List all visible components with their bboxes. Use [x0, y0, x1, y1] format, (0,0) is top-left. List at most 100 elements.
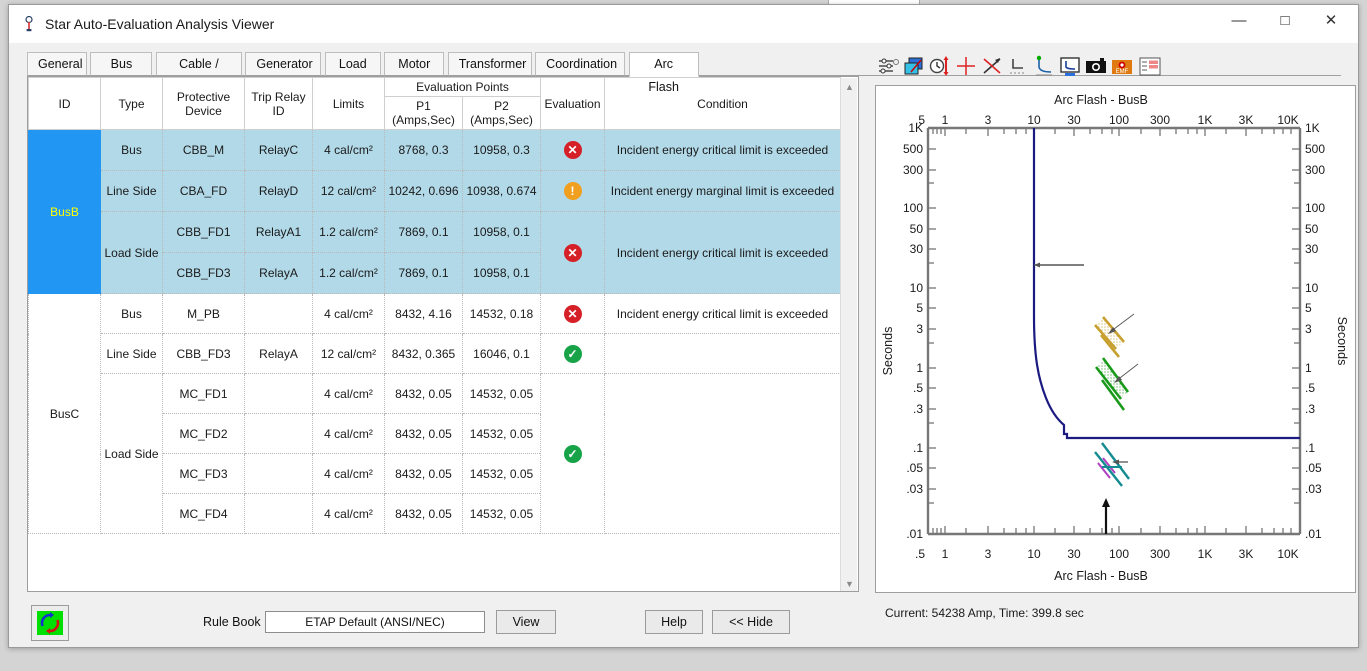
tab-load[interactable]: Load: [325, 52, 381, 76]
cell-limit: 4 cal/cm²: [313, 414, 385, 454]
cell-device: CBB_FD1: [163, 212, 245, 253]
table-row[interactable]: BusB Bus CBB_M RelayC 4 cal/cm² 8768, 0.…: [29, 130, 841, 171]
tcc-chart[interactable]: Arc Flash - BusB .513 1030100 3001K3K 10…: [876, 86, 1355, 592]
refresh-button[interactable]: [31, 605, 69, 641]
maximize-button[interactable]: □: [1262, 5, 1308, 35]
scroll-down-icon[interactable]: ▼: [841, 575, 858, 592]
cell-type: Load Side: [101, 212, 163, 294]
camera-icon[interactable]: [1083, 53, 1109, 81]
cell-condition: Incident energy critical limit is exceed…: [605, 212, 841, 294]
cell-limit: 4 cal/cm²: [313, 294, 385, 334]
status-badge-warning: !: [541, 171, 605, 212]
tab-cable-line[interactable]: Cable / Line: [156, 52, 242, 76]
cell-relay: RelayD: [245, 171, 313, 212]
error-icon: ✕: [564, 244, 582, 262]
crosshair-icon[interactable]: [953, 53, 979, 81]
clock-arrow-icon[interactable]: [927, 53, 953, 81]
minimize-button[interactable]: —: [1216, 5, 1262, 35]
svg-text:.3: .3: [1305, 402, 1315, 416]
table-row[interactable]: Line Side CBB_FD3 RelayA 12 cal/cm² 8432…: [29, 334, 841, 374]
rule-book-field[interactable]: ETAP Default (ANSI/NEC): [265, 611, 485, 633]
settings-lines-icon[interactable]: [875, 53, 901, 81]
svg-text:.1: .1: [913, 441, 923, 455]
svg-text:EMF: EMF: [1116, 69, 1129, 75]
svg-text:500: 500: [1305, 142, 1325, 156]
cell-device: CBB_FD3: [163, 334, 245, 374]
svg-text:100: 100: [1109, 113, 1129, 127]
svg-text:10: 10: [1027, 547, 1041, 561]
rule-book-label: Rule Book: [203, 615, 261, 629]
cell-p1: 8432, 0.365: [385, 334, 463, 374]
th-p2: P2 (Amps,Sec): [463, 97, 541, 130]
tab-motor[interactable]: Motor: [384, 52, 444, 76]
tab-arc-flash[interactable]: Arc Flash: [629, 52, 699, 77]
table-row[interactable]: Load Side CBB_FD1 RelayA1 1.2 cal/cm² 78…: [29, 212, 841, 253]
svg-text:10K: 10K: [1277, 113, 1298, 127]
curve-marker-icon[interactable]: [1031, 53, 1057, 81]
monitor-curve-icon[interactable]: [1057, 53, 1083, 81]
cell-device: CBA_FD: [163, 171, 245, 212]
cell-type: Bus: [101, 130, 163, 171]
th-p2-l1: P2: [494, 99, 509, 113]
cell-p1: 8768, 0.3: [385, 130, 463, 171]
arc-flash-table-panel: ID Type Protective Device Trip Relay ID …: [27, 76, 859, 592]
view-button[interactable]: View: [496, 610, 556, 634]
svg-text:300: 300: [1150, 547, 1170, 561]
cell-condition: Incident energy critical limit is exceed…: [605, 130, 841, 171]
cell-condition: Incident energy marginal limit is exceed…: [605, 171, 841, 212]
table-vertical-scrollbar[interactable]: ▲ ▼: [840, 78, 857, 592]
cell-relay: [245, 494, 313, 534]
cell-relay: RelayC: [245, 130, 313, 171]
y-axis-right-title: Seconds: [1335, 317, 1349, 366]
cell-type: Line Side: [101, 334, 163, 374]
table-row[interactable]: BusC Bus M_PB 4 cal/cm² 8432, 4.16 14532…: [29, 294, 841, 334]
status-badge-error: ✕: [541, 130, 605, 171]
cell-relay: [245, 374, 313, 414]
svg-text:300: 300: [1305, 163, 1325, 177]
cell-p1: 7869, 0.1: [385, 253, 463, 294]
svg-text:1: 1: [916, 361, 923, 375]
svg-text:10: 10: [1027, 113, 1041, 127]
chart-title-top: Arc Flash - BusB: [1054, 93, 1148, 107]
success-icon: ✓: [564, 445, 582, 463]
tab-coordination[interactable]: Coordination: [535, 52, 625, 76]
scroll-up-icon[interactable]: ▲: [841, 78, 858, 95]
svg-text:3: 3: [985, 547, 992, 561]
list-report-icon[interactable]: [1137, 53, 1163, 81]
svg-text:300: 300: [1150, 113, 1170, 127]
th-p2-l2: (Amps,Sec): [470, 113, 533, 127]
hide-button[interactable]: << Hide: [712, 610, 790, 634]
tab-generator[interactable]: Generator: [245, 52, 321, 76]
svg-text:50: 50: [910, 222, 924, 236]
step-curve-icon[interactable]: [1005, 53, 1031, 81]
tab-transformer[interactable]: Transformer: [448, 52, 532, 76]
svg-text:10K: 10K: [1277, 547, 1298, 561]
status-badge-ok: ✓: [541, 334, 605, 374]
chart-status-text: Current: 54238 Amp, Time: 399.8 sec: [885, 606, 1084, 620]
th-protective-device-l2: Device: [185, 104, 222, 118]
svg-text:3: 3: [916, 322, 923, 336]
svg-text:1K: 1K: [1198, 113, 1213, 127]
tab-general[interactable]: General: [27, 52, 87, 76]
cell-limit: 12 cal/cm²: [313, 171, 385, 212]
arc-flash-table: ID Type Protective Device Trip Relay ID …: [28, 77, 841, 534]
emf-camera-icon[interactable]: EMF: [1109, 53, 1135, 81]
layers-icon[interactable]: [901, 53, 927, 81]
cell-p2: 10958, 0.3: [463, 130, 541, 171]
th-protective-device-l1: Protective: [177, 90, 230, 104]
svg-text:500: 500: [903, 142, 923, 156]
svg-text:1: 1: [942, 547, 949, 561]
table-row[interactable]: Line Side CBA_FD RelayD 12 cal/cm² 10242…: [29, 171, 841, 212]
th-p1-l1: P1: [416, 99, 431, 113]
svg-text:100: 100: [903, 201, 923, 215]
status-badge-ok: ✓: [541, 374, 605, 534]
help-button[interactable]: Help: [645, 610, 703, 634]
table-row[interactable]: Load Side MC_FD1 4 cal/cm² 8432, 0.05 14…: [29, 374, 841, 414]
no-crosshair-icon[interactable]: [979, 53, 1005, 81]
group-id-busc[interactable]: BusC: [29, 294, 101, 534]
arc-flash-chart-panel[interactable]: Arc Flash - BusB .513 1030100 3001K3K 10…: [875, 85, 1356, 593]
close-button[interactable]: ✕: [1308, 5, 1354, 35]
group-id-busb[interactable]: BusB: [29, 130, 101, 294]
error-icon: ✕: [564, 141, 582, 159]
tab-bus[interactable]: Bus: [90, 52, 152, 76]
